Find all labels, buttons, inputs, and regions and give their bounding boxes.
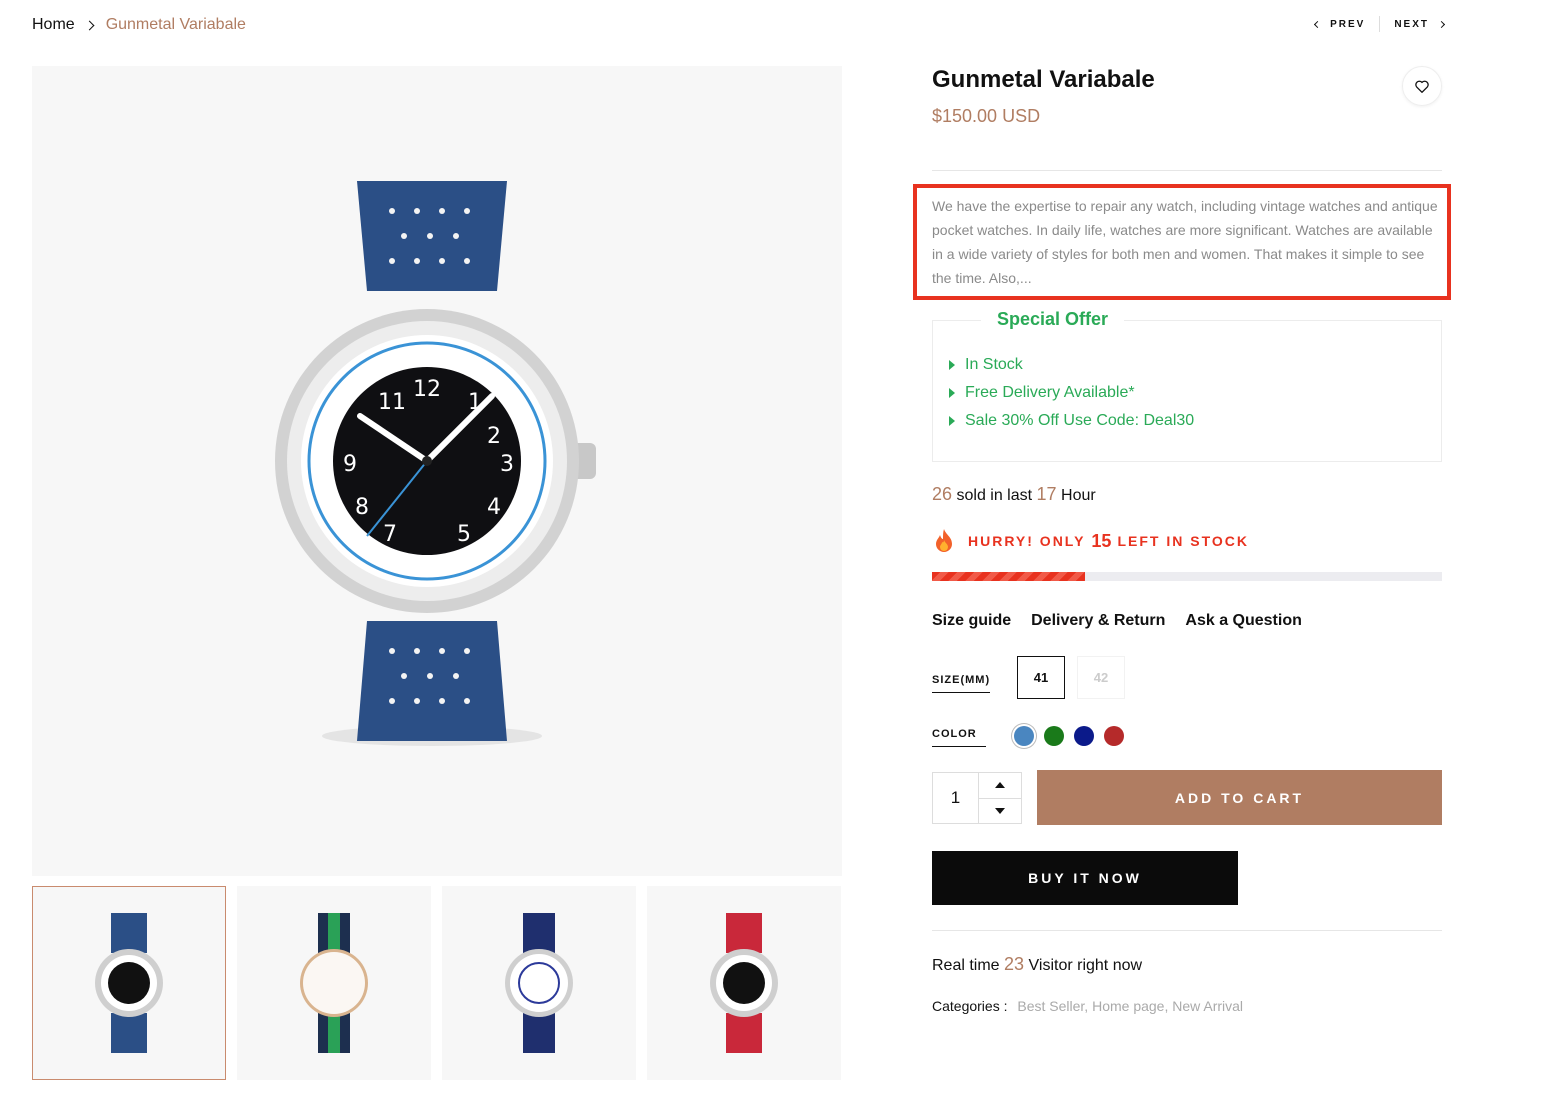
thumbnail-roman-watch[interactable]: [442, 886, 636, 1080]
main-product-image[interactable]: 12 1 2 345 789 11: [32, 66, 842, 876]
stock-progress-bar: [932, 572, 1442, 581]
caret-up-icon: [995, 782, 1005, 789]
offer-item-text: Sale 30% Off Use Code: Deal30: [965, 412, 1195, 429]
visitor-suffix: Visitor right now: [1028, 957, 1143, 974]
hurry-suffix: LEFT IN STOCK: [1117, 533, 1249, 549]
visitor-count: 23: [1004, 954, 1025, 974]
thumbnail-red-watch[interactable]: [647, 886, 841, 1080]
sold-count: 26: [932, 484, 953, 504]
svg-text:2: 2: [487, 424, 501, 449]
info-tabs: Size guide Delivery & Return Ask a Quest…: [932, 612, 1302, 630]
chevron-left-icon: [1314, 20, 1322, 28]
tab-delivery-return[interactable]: Delivery & Return: [1031, 612, 1165, 630]
svg-text:8: 8: [355, 495, 369, 520]
prev-label: PREV: [1330, 18, 1366, 30]
sold-text: sold in last: [956, 487, 1033, 504]
product-price: $150.00 USD: [932, 106, 1041, 126]
thumbnail-blue-watch[interactable]: [32, 886, 226, 1080]
caret-down-icon: [995, 807, 1005, 814]
visitor-counter: Real time 23 Visitor right now: [932, 954, 1142, 975]
product-title: Gunmetal Variabale: [932, 66, 1155, 93]
color-swatch-red[interactable]: [1104, 726, 1124, 746]
thumbnail-gallery: [32, 886, 842, 1080]
size-option-41[interactable]: 41: [1017, 656, 1065, 699]
thumbnail-nato-watch[interactable]: [237, 886, 431, 1080]
categories-label: Categories :: [932, 998, 1008, 1014]
quantity-arrows: [979, 773, 1021, 823]
product-pager: PREV NEXT: [1314, 16, 1446, 32]
thumbnail-image: [505, 913, 573, 1053]
buy-now-button[interactable]: BUY IT NOW: [932, 851, 1238, 905]
size-label: SIZE(MM): [932, 674, 991, 693]
offer-item-text: Free Delivery Available*: [965, 384, 1135, 401]
hurry-count: 15: [1091, 530, 1112, 551]
svg-text:9: 9: [343, 452, 357, 477]
special-offer-title: Special Offer: [981, 309, 1125, 330]
hurry-prefix: HURRY! ONLY: [968, 533, 1086, 549]
chevron-right-icon: [1437, 20, 1446, 28]
offer-item-text: In Stock: [965, 356, 1023, 373]
categories-list[interactable]: Best Seller, Home page, New Arrival: [1017, 998, 1243, 1014]
thumbnail-image: [710, 913, 778, 1053]
divider: [932, 170, 1442, 171]
sold-hour-label: Hour: [1061, 487, 1096, 504]
offer-item: Sale 30% Off Use Code: Deal30: [949, 407, 1194, 435]
sold-hours: 17: [1036, 484, 1057, 504]
color-swatch-blue[interactable]: [1014, 726, 1034, 746]
triangle-bullet-icon: [949, 360, 955, 370]
offer-item: Free Delivery Available*: [949, 379, 1194, 407]
tab-ask-question[interactable]: Ask a Question: [1185, 612, 1301, 630]
next-product-link[interactable]: NEXT: [1394, 18, 1446, 30]
breadcrumb: Home Gunmetal Variabale: [32, 14, 246, 36]
fire-icon: [936, 529, 952, 552]
quantity-decrease-button[interactable]: [979, 799, 1021, 824]
quantity-increase-button[interactable]: [979, 773, 1021, 799]
tab-size-guide[interactable]: Size guide: [932, 612, 1011, 630]
add-to-cart-button[interactable]: ADD TO CART: [1037, 770, 1442, 825]
wishlist-button[interactable]: [1402, 66, 1442, 106]
prev-product-link[interactable]: PREV: [1314, 18, 1366, 30]
svg-text:12: 12: [413, 377, 441, 402]
categories: Categories : Best Seller, Home page, New…: [932, 998, 1243, 1014]
chevron-right-icon: [84, 20, 95, 30]
offer-item: In Stock: [949, 351, 1194, 379]
color-swatch-green[interactable]: [1044, 726, 1064, 746]
svg-text:4: 4: [487, 495, 501, 520]
stock-warning: HURRY! ONLY 15 LEFT IN STOCK: [932, 528, 1249, 554]
thumbnail-image: [95, 913, 163, 1053]
quantity-stepper: 1: [932, 772, 1022, 824]
thumbnail-image: [300, 913, 368, 1053]
divider: [932, 930, 1442, 931]
svg-text:3: 3: [500, 452, 514, 477]
heart-icon: [1415, 80, 1429, 93]
color-swatch-navy[interactable]: [1074, 726, 1094, 746]
watch-image: 1212 345 789 11: [275, 181, 596, 746]
breadcrumb-home-link[interactable]: Home: [32, 16, 75, 34]
svg-text:7: 7: [383, 522, 397, 547]
sold-counter: 26 sold in last 17 Hour: [932, 484, 1096, 505]
triangle-bullet-icon: [949, 388, 955, 398]
offer-list: In Stock Free Delivery Available* Sale 3…: [949, 351, 1194, 435]
size-option-42[interactable]: 42: [1077, 656, 1125, 699]
description-highlight-box: [913, 184, 1451, 300]
stock-progress-fill: [932, 572, 1085, 581]
svg-text:11: 11: [378, 390, 406, 415]
visitor-prefix: Real time: [932, 957, 1000, 974]
color-label: COLOR: [932, 728, 986, 747]
triangle-bullet-icon: [949, 416, 955, 426]
pager-divider: [1379, 16, 1381, 32]
svg-text:5: 5: [457, 522, 471, 547]
quantity-input[interactable]: 1: [933, 773, 979, 823]
breadcrumb-current: Gunmetal Variabale: [105, 16, 246, 33]
next-label: NEXT: [1394, 18, 1429, 30]
special-offer-box: Special Offer In Stock Free Delivery Ava…: [932, 309, 1442, 462]
